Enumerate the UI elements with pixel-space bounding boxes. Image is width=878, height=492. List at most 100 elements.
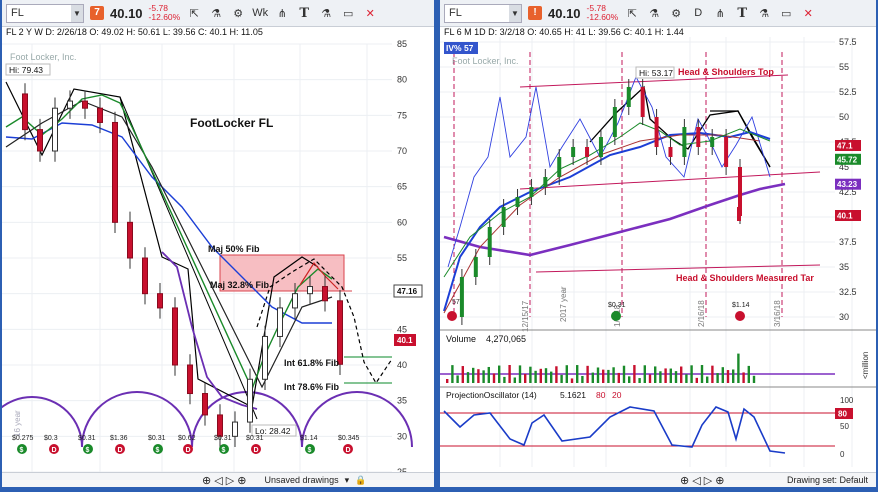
- interval-button[interactable]: Wk: [252, 7, 268, 19]
- volume-bar: [503, 376, 506, 383]
- volume-bar: [638, 378, 641, 383]
- projection-thin-blue: [447, 75, 771, 268]
- symbol-text: FL: [11, 7, 24, 19]
- candle-body: [585, 147, 590, 157]
- fib-50-label: Maj 50% Fib: [208, 244, 260, 254]
- hi-label: Hi: 53.17: [639, 68, 673, 78]
- candle-body: [640, 87, 645, 117]
- ht-shape: [589, 85, 771, 168]
- nav-cluster-icon[interactable]: ⊕ ◁ ▷ ⊕: [680, 474, 725, 487]
- fib-61-label: Int 61.8% Fib: [284, 358, 340, 368]
- price-tag-last: 40.1: [397, 336, 413, 345]
- close-icon[interactable]: ✕: [800, 7, 816, 20]
- right-price-chart[interactable]: 3032.53537.54042.54547.55052.55557.5 IV%…: [440, 27, 876, 487]
- flask-icon[interactable]: ⚗: [756, 7, 772, 20]
- chevron-down-icon[interactable]: ▼: [509, 4, 521, 22]
- text-tool-icon[interactable]: T: [734, 6, 750, 21]
- ht-target-line: [535, 264, 821, 273]
- date-markers: 12/15/17 2017 year 1/9/18 2/16/18 3/16/1…: [521, 286, 782, 332]
- flask-icon[interactable]: ⚗: [318, 7, 334, 20]
- svg-text:12/15/17: 12/15/17: [521, 300, 530, 332]
- y-tick-label: 55: [839, 62, 849, 72]
- y-tick-label: 35: [839, 262, 849, 272]
- candle-body: [307, 286, 313, 295]
- unsaved-drawings[interactable]: Unsaved drawings: [265, 475, 339, 485]
- price-tag: 47.1: [837, 142, 853, 151]
- dividend-label: $1.36: [110, 435, 128, 442]
- company-logo: Foot Locker, Inc.: [452, 56, 519, 66]
- interval-button[interactable]: D: [690, 7, 706, 19]
- dividend-icon-glyph: D: [186, 447, 191, 454]
- candle-body: [202, 393, 208, 416]
- left-footer: ⊕ ◁ ▷ ⊕ Unsaved drawings ▾ 🔒: [2, 472, 434, 487]
- chart-type-icon[interactable]: ⋔: [274, 7, 290, 20]
- left-symbol-input[interactable]: FL ▼: [6, 3, 84, 23]
- oscillator-tag: 80: [838, 410, 847, 419]
- export-icon[interactable]: ⇱: [624, 7, 640, 20]
- dividend-icon-glyph: D: [254, 447, 259, 454]
- candle-body: [157, 293, 163, 309]
- candle-body: [487, 227, 492, 257]
- close-icon[interactable]: ✕: [362, 7, 378, 20]
- svg-text:2/16/18: 2/16/18: [697, 300, 706, 327]
- lock-icon[interactable]: 🔒: [355, 475, 366, 486]
- lab-flask-icon[interactable]: ⚗: [646, 7, 662, 20]
- lab-flask-icon[interactable]: ⚗: [208, 7, 224, 20]
- y-tick-label: 40: [397, 360, 407, 370]
- volume-bar: [700, 365, 704, 383]
- volume-bar: [659, 371, 662, 383]
- volume-bar: [451, 365, 454, 383]
- chart-type-icon[interactable]: ⋔: [712, 7, 728, 20]
- candle-body: [543, 177, 548, 187]
- change-percent: -12.60%: [586, 12, 619, 22]
- right-chart-panel: FL ▼ ! 40.10 -5.78 -12.60% ⇱ ⚗ ⚙ D ⋔ T ⚗ …: [440, 0, 876, 487]
- dividend-icon-glyph: D: [346, 447, 351, 454]
- candle-body: [37, 129, 43, 152]
- candle-body: [724, 137, 729, 167]
- volume-bar: [695, 377, 698, 383]
- candle-body: [22, 93, 28, 131]
- gear-icon[interactable]: ⚙: [668, 7, 684, 20]
- volume-bar: [664, 368, 667, 383]
- volume-bar: [716, 373, 719, 383]
- y-tick-label: 30: [397, 431, 407, 441]
- dividend-icon-glyph: D: [52, 447, 57, 454]
- volume-bar: [685, 374, 688, 383]
- nav-cluster-icon[interactable]: ⊕ ◁ ▷ ⊕: [202, 474, 247, 487]
- oscillator-level-20: 20: [612, 390, 622, 400]
- candle-body: [696, 127, 701, 147]
- dividend-label: $0.3: [44, 435, 58, 442]
- dividend-icon: [447, 311, 457, 321]
- candle-body: [217, 414, 223, 437]
- volume-bar: [591, 372, 594, 383]
- volume-bar: [560, 374, 563, 383]
- volume-bar: [586, 365, 589, 383]
- text-tool-icon[interactable]: T: [296, 6, 312, 21]
- dividend-label: $0.31: [148, 435, 166, 442]
- candle-body: [612, 107, 617, 137]
- left-toolbar: FL ▼ 7 40.10 -5.78 -12.60% ⇱ ⚗ ⚙ Wk ⋔ T ⚗…: [2, 0, 434, 27]
- gear-icon[interactable]: ⚙: [230, 7, 246, 20]
- candle-body: [737, 207, 741, 221]
- volume-bar: [498, 365, 501, 383]
- left-chart-panel: FL ▼ 7 40.10 -5.78 -12.60% ⇱ ⚗ ⚙ Wk ⋔ T ⚗…: [2, 0, 434, 487]
- drawing-set[interactable]: Drawing set: Default: [787, 475, 868, 485]
- unsaved-chevron-icon[interactable]: ▾: [345, 475, 350, 486]
- y-tick-label: 45: [397, 324, 407, 334]
- window-icon[interactable]: ▭: [340, 7, 356, 20]
- volume-bar: [628, 376, 631, 383]
- candle-body: [142, 257, 148, 295]
- right-symbol-input[interactable]: FL ▼: [444, 3, 522, 23]
- volume-bar: [456, 375, 459, 383]
- volume-bar: [669, 368, 672, 383]
- window-icon[interactable]: ▭: [778, 7, 794, 20]
- candle-body: [337, 300, 343, 365]
- chevron-down-icon[interactable]: ▼: [71, 4, 83, 22]
- oscillator-level-80: 80: [596, 390, 606, 400]
- export-icon[interactable]: ⇱: [186, 7, 202, 20]
- candle-body: [52, 107, 58, 152]
- alert-badge[interactable]: !: [528, 6, 542, 20]
- alert-badge[interactable]: 7: [90, 6, 104, 20]
- left-price-chart[interactable]: 25303540455055606570758085 17AprJulOct18…: [2, 27, 434, 487]
- right-grid: [440, 37, 853, 467]
